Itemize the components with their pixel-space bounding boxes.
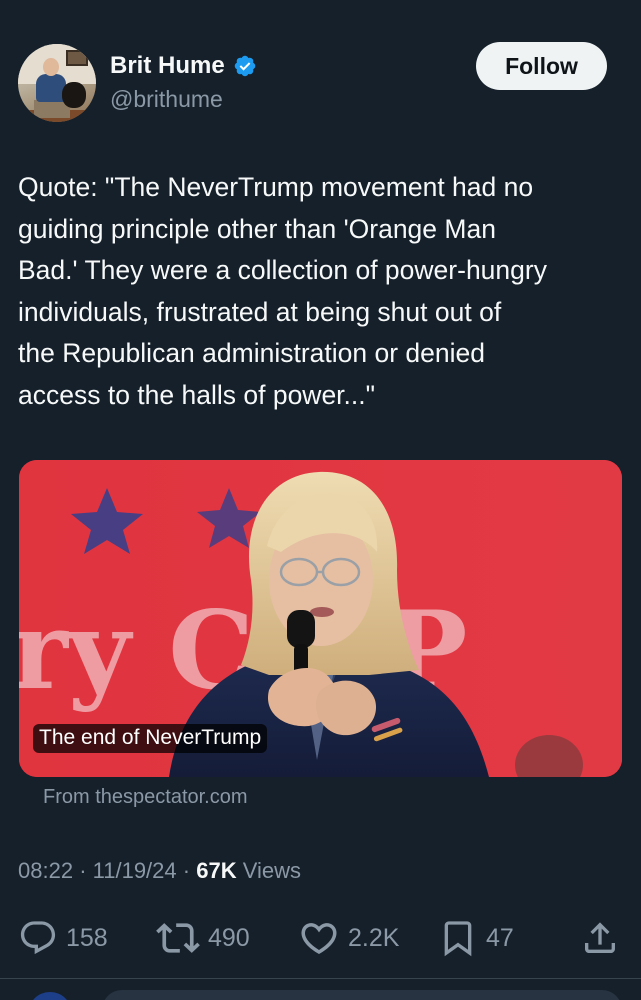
follow-button[interactable]: Follow xyxy=(476,42,607,90)
reply-count: 158 xyxy=(66,923,108,952)
views-count: 67K xyxy=(196,858,237,883)
bookmark-button[interactable]: 47 xyxy=(438,916,514,960)
bookmark-count: 47 xyxy=(486,923,514,952)
tweet-text-line: the Republican administration or denied xyxy=(18,338,485,369)
tweet-date[interactable]: 11/19/24 xyxy=(93,858,177,883)
meta-separator: · xyxy=(79,858,87,883)
tweet-text-line: access to the halls of power..." xyxy=(18,379,376,410)
divider xyxy=(0,978,641,979)
card-title: The end of NeverTrump xyxy=(33,724,268,753)
repost-button[interactable]: 490 xyxy=(156,916,250,960)
tweet-text-line: Quote: "The NeverTrump movement had no xyxy=(18,172,534,202)
like-button[interactable]: 2.2K xyxy=(298,916,399,960)
tweet-meta: 08:22 · 11/19/24 · 67K Views xyxy=(18,858,301,884)
verified-badge-icon xyxy=(234,55,255,77)
reply-icon xyxy=(20,921,56,955)
share-button[interactable] xyxy=(580,916,620,960)
tweet-text-line: individuals, frustrated at being shut ou… xyxy=(18,296,502,327)
tweet-time[interactable]: 08:22 xyxy=(18,858,73,883)
bookmark-icon xyxy=(444,921,472,957)
meta-separator: · xyxy=(182,858,191,883)
reply-input[interactable] xyxy=(102,990,622,1000)
card-source[interactable]: From thespectator.com xyxy=(43,786,248,809)
share-icon xyxy=(585,922,615,953)
tweet-text-line: Bad.' They were a collection of power-hu… xyxy=(18,255,547,286)
tweet-text-line: guiding principle other than 'Orange Man xyxy=(18,213,496,244)
author-avatar[interactable] xyxy=(18,44,96,122)
reply-button[interactable]: 158 xyxy=(18,916,108,960)
tweet-text: Quote: "The NeverTrump movement had no g… xyxy=(18,167,630,417)
like-count: 2.2K xyxy=(348,923,400,952)
action-bar: 158 490 2.2K 47 xyxy=(18,916,623,960)
views-label: Views xyxy=(242,858,302,883)
repost-count: 490 xyxy=(208,923,250,952)
author-display-name[interactable]: Brit Hume xyxy=(110,52,225,80)
current-user-avatar[interactable] xyxy=(28,992,72,1000)
link-preview-card[interactable]: ry C r P The end of NeverTrump xyxy=(19,460,622,777)
repost-icon xyxy=(156,923,200,953)
author-name-row[interactable]: Brit Hume xyxy=(110,52,257,80)
heart-icon xyxy=(301,923,337,955)
tweet-page: Brit Hume @brithume Follow Quote: "The N… xyxy=(0,0,641,1000)
author-handle[interactable]: @brithume xyxy=(110,86,223,113)
